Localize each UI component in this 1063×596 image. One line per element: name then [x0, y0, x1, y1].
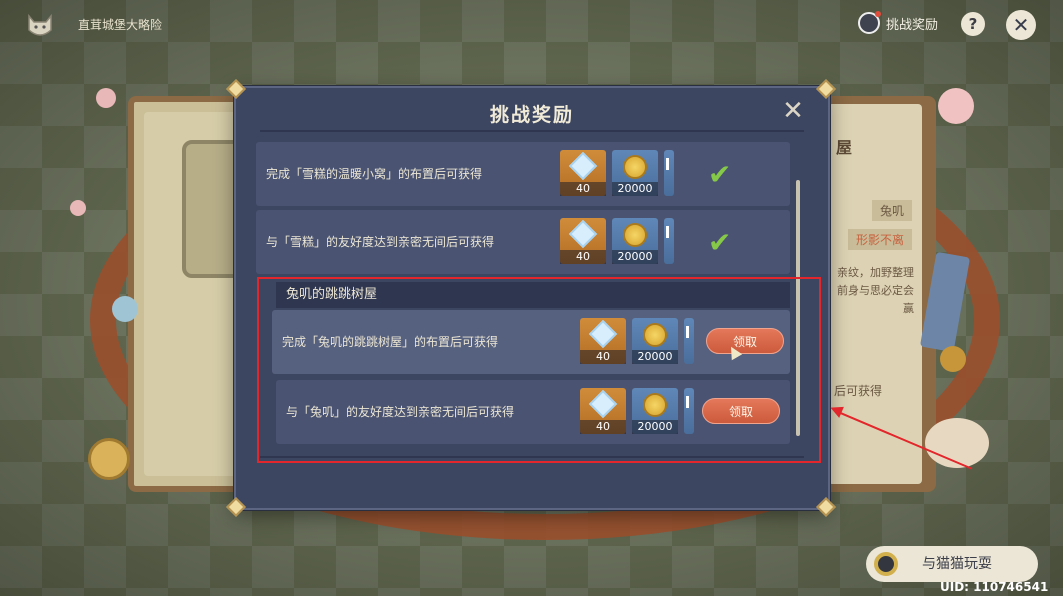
highlight-box: [257, 277, 821, 463]
gold-coin-reward[interactable]: 20000: [612, 150, 658, 196]
divider: [260, 130, 804, 132]
challenge-reward-button[interactable]: 挑战奖励: [858, 11, 939, 34]
character-name: 兔叽: [871, 200, 912, 221]
gold-coin-icon: [623, 155, 647, 179]
gold-coin-reward[interactable]: 20000: [612, 218, 658, 264]
page-title: 直茸城堡大略险: [78, 18, 163, 32]
close-button[interactable]: ✕: [1006, 10, 1036, 40]
reward-qty: 40: [560, 182, 606, 196]
star-gem-reward[interactable]: 40: [560, 150, 606, 196]
exclamation-icon: [666, 226, 669, 238]
cat-icon[interactable]: [26, 12, 54, 38]
more-reward[interactable]: [664, 218, 674, 264]
reward-qty: 20000: [612, 182, 658, 196]
help-button[interactable]: ?: [961, 12, 985, 36]
exclamation-icon: [666, 158, 669, 170]
check-icon: ✔: [708, 226, 732, 259]
character-description: 亲纹，加野整理前身与思必定会赢: [837, 266, 914, 315]
reward-condition: 与「雪糕」的友好度达到亲密无间后可获得: [266, 235, 495, 249]
obtain-text: 后可获得: [834, 384, 883, 398]
more-reward[interactable]: [664, 150, 674, 196]
uid-label: UID: 110746541: [940, 580, 1049, 594]
bell-icon: [88, 438, 130, 480]
flower-icon: [938, 88, 974, 124]
modal-close-button[interactable]: ✕: [780, 98, 806, 124]
right-page-title: 屋: [836, 138, 853, 157]
book-right-page: 屋 兔叽 形影不离 亲纹，加野整理前身与思必定会赢 后可获得: [820, 96, 936, 492]
star-gem-reward[interactable]: 40: [560, 218, 606, 264]
check-icon: ✔: [708, 158, 732, 191]
modal-title: 挑战奖励: [489, 104, 574, 126]
gold-coin-icon: [623, 223, 647, 247]
play-with-cat-button[interactable]: 与猫猫玩耍: [866, 546, 1038, 582]
reward-condition: 完成「雪糕的温暖小窝」的布置后可获得: [266, 167, 483, 181]
play-button-label: 与猫猫玩耍: [922, 556, 992, 572]
play-icon: [874, 552, 898, 576]
flower-icon: [112, 296, 138, 322]
star-gem-icon: [568, 219, 598, 249]
reward-row: 与「雪糕」的友好度达到亲密无间后可获得 40 20000 ✔: [256, 210, 790, 274]
reward-qty: 20000: [612, 250, 658, 264]
reward-row: 完成「雪糕的温暖小窝」的布置后可获得 40 20000 ✔: [256, 142, 790, 206]
reward-qty: 40: [560, 250, 606, 264]
coin-decor: [940, 346, 966, 372]
character-tag: 形影不离: [847, 229, 912, 250]
challenge-reward-label: 挑战奖励: [886, 17, 939, 33]
flower-icon: [96, 88, 116, 108]
star-gem-icon: [568, 151, 598, 181]
flower-icon: [70, 200, 86, 216]
reward-icon: [858, 11, 881, 34]
